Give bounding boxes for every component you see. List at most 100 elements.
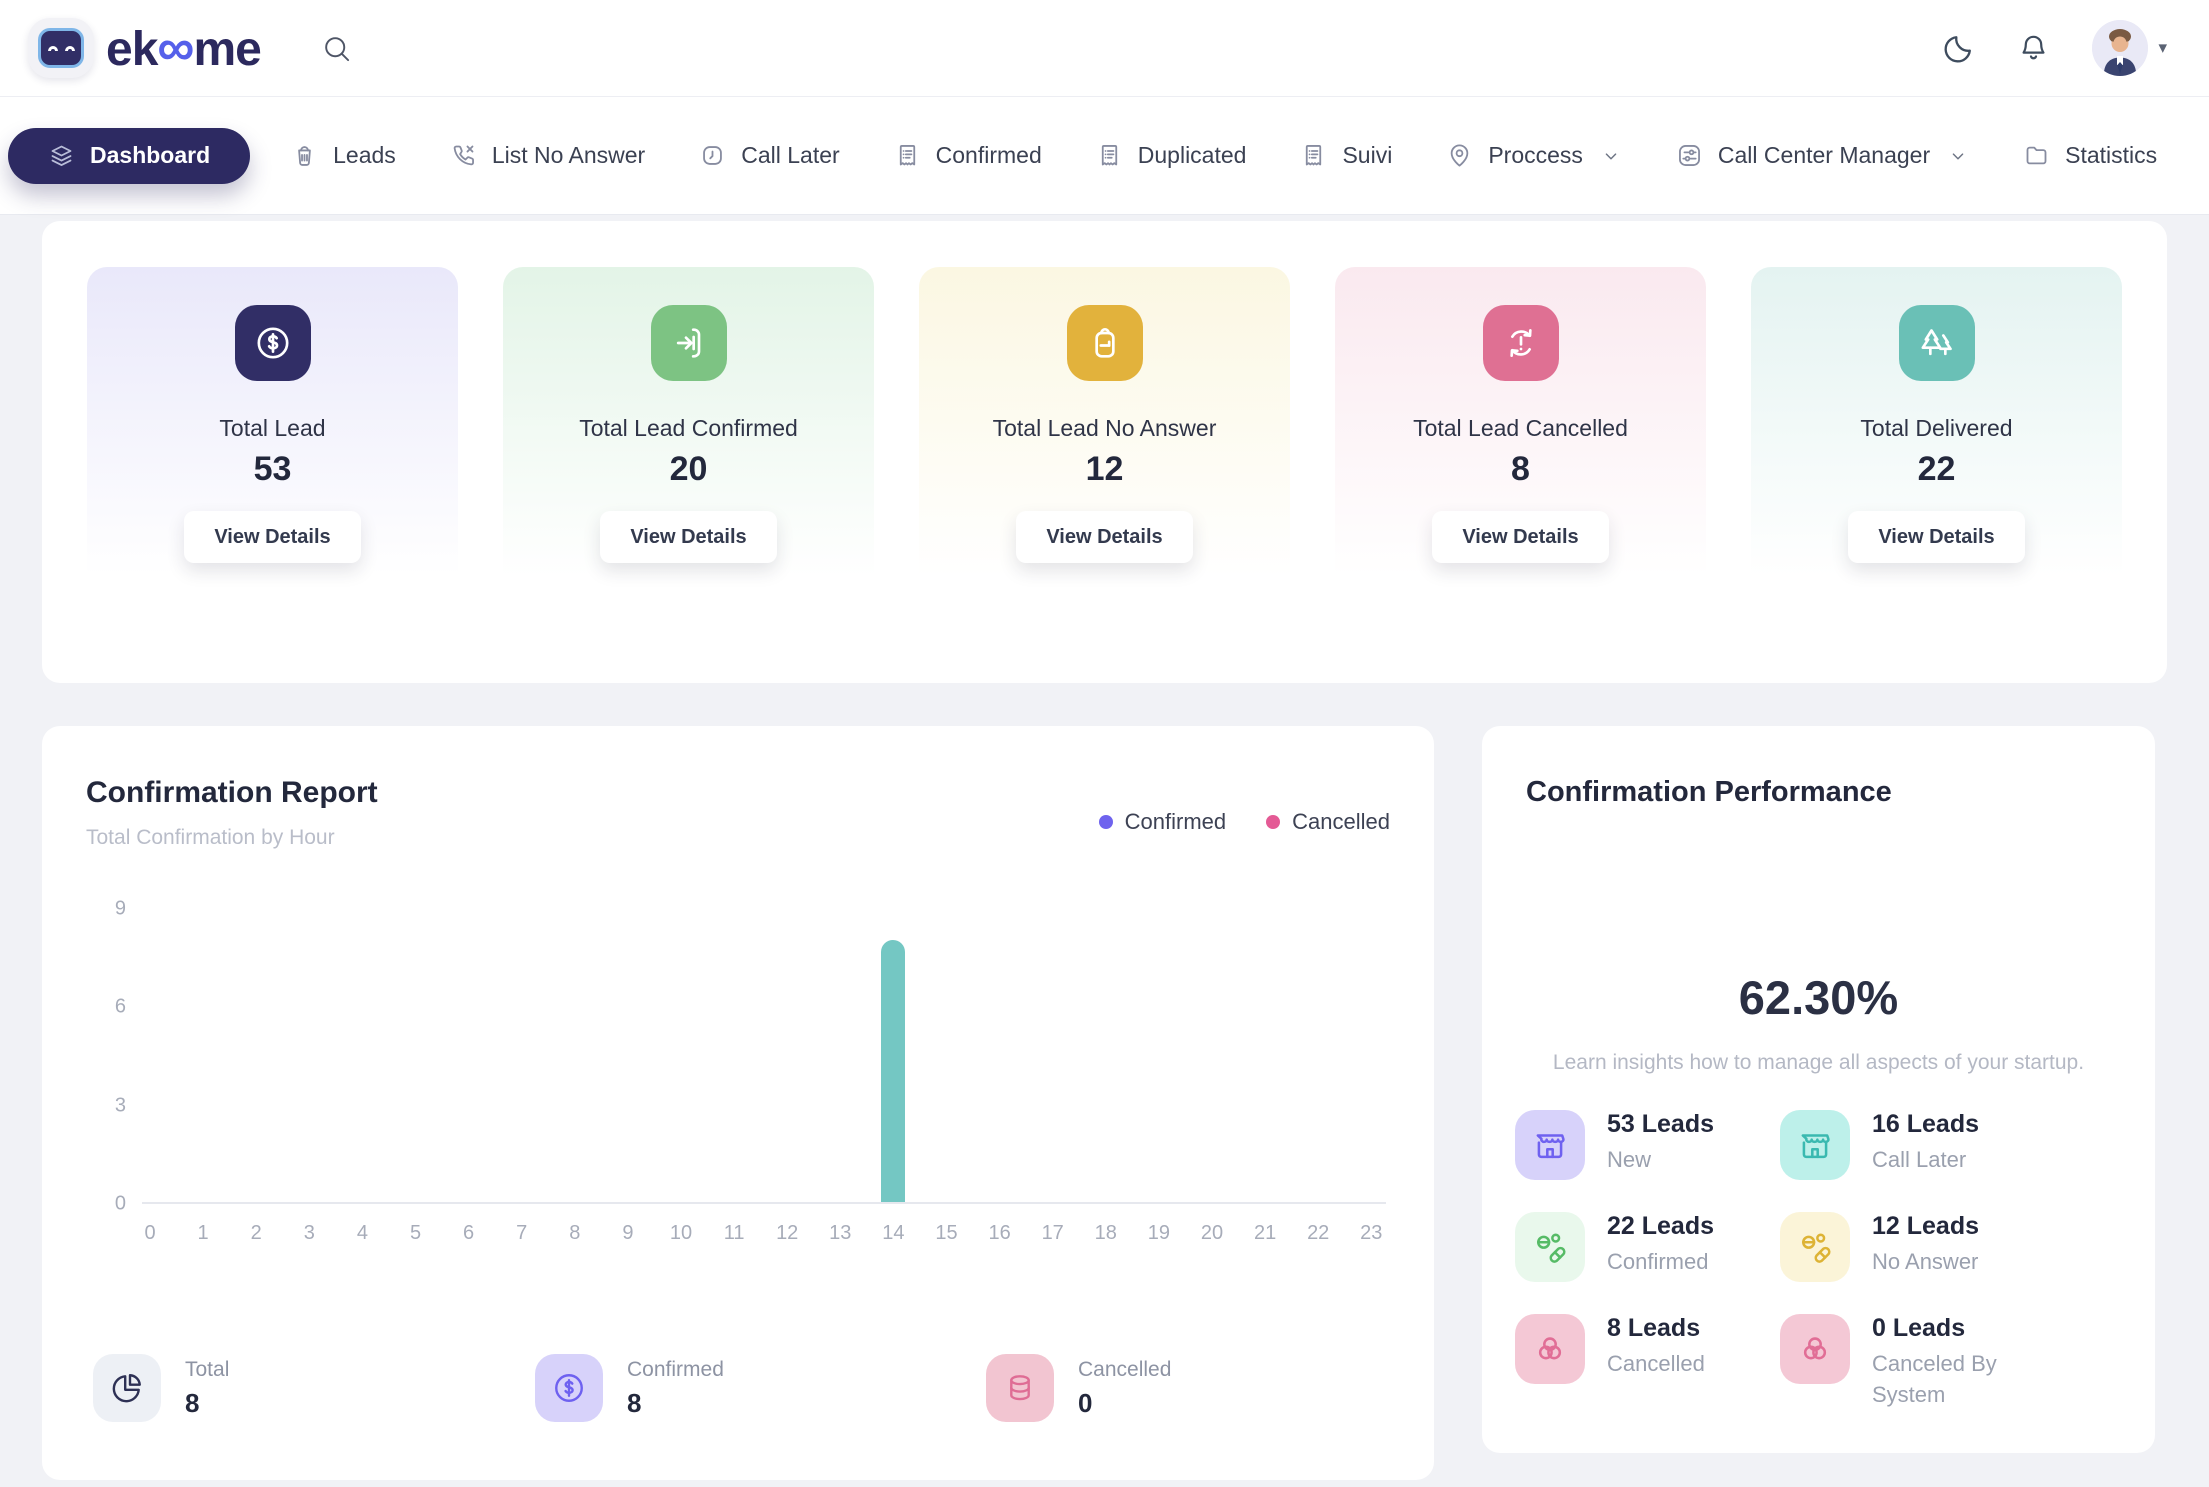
x-tick-label: 20 (1201, 1222, 1223, 1245)
layers-icon (48, 142, 75, 169)
perf-item-value: 53 Leads (1607, 1110, 1714, 1139)
summary-total: Total8 (93, 1354, 229, 1422)
stat-card-total-lead-confirmed: Total Lead Confirmed20View Details (503, 267, 874, 603)
chevron-down-icon (1947, 145, 1969, 167)
nav-item-statistics[interactable]: Statistics (1996, 142, 2184, 169)
chart-legend: Confirmed Cancelled (1099, 794, 1390, 850)
arrow-in-icon (669, 323, 709, 363)
y-tick-label: 0 (115, 1193, 126, 1216)
stat-card-value: 12 (1086, 450, 1124, 489)
receipt-icon (1300, 142, 1327, 169)
dollar-circle-icon (253, 323, 293, 363)
y-tick-label: 3 (115, 1094, 126, 1117)
summary-label: Confirmed (627, 1358, 724, 1382)
nav-item-call-center-manager[interactable]: Call Center Manager (1649, 142, 1996, 169)
nav-item-suivi[interactable]: Suivi (1273, 142, 1419, 169)
x-tick-label: 3 (304, 1222, 315, 1245)
x-tick-label: 17 (1042, 1222, 1064, 1245)
pills-icon (1531, 1228, 1569, 1266)
report-summary: Total8Confirmed8Cancelled0 (42, 1354, 1434, 1444)
bar-hour-14 (881, 940, 905, 1202)
chevron-down-icon[interactable]: ▾ (2158, 38, 2167, 58)
nav-item-list-no-answer[interactable]: List No Answer (423, 142, 672, 169)
legend-item-cancelled[interactable]: Cancelled (1266, 794, 1390, 850)
perf-item-new: 53 Leads New (1515, 1110, 1780, 1180)
view-details-button[interactable]: View Details (600, 511, 776, 563)
map-pin-icon (1446, 142, 1473, 169)
confirmation-performance-card: Confirmation Performance 62.30% Learn in… (1482, 726, 2155, 1453)
receipt-icon (1096, 142, 1123, 169)
pie-icon (109, 1370, 145, 1406)
performance-title: Confirmation Performance (1526, 776, 2111, 809)
view-details-button[interactable]: View Details (1016, 511, 1192, 563)
nav-item-call-later[interactable]: Call Later (672, 142, 866, 169)
stat-card-label: Total Lead Confirmed (579, 415, 798, 442)
view-details-button[interactable]: View Details (184, 511, 360, 563)
user-menu[interactable]: ▾ (2092, 20, 2167, 76)
avatar[interactable] (2092, 20, 2148, 76)
perf-item-label: Call Later (1872, 1145, 1979, 1176)
x-tick-label: 2 (251, 1222, 262, 1245)
sliders-icon (1676, 142, 1703, 169)
x-tick-label: 19 (1148, 1222, 1170, 1245)
view-details-button[interactable]: View Details (1848, 511, 2024, 563)
database-icon (1002, 1370, 1038, 1406)
nav-item-label: Confirmed (936, 142, 1042, 169)
nav-item-label: Statistics (2065, 142, 2157, 169)
nav-item-duplicated[interactable]: Duplicated (1069, 142, 1274, 169)
y-tick-label: 9 (115, 898, 126, 921)
chevron-down-icon (1600, 145, 1622, 167)
stat-card-value: 53 (254, 450, 292, 489)
receipt-icon (894, 142, 921, 169)
x-tick-label: 13 (829, 1222, 851, 1245)
x-tick-label: 0 (144, 1222, 155, 1245)
stat-card-total-delivered: Total Delivered22View Details (1751, 267, 2122, 603)
x-tick-label: 7 (516, 1222, 527, 1245)
nav-item-label: List No Answer (492, 142, 645, 169)
perf-item-value: 0 Leads (1872, 1314, 2052, 1343)
summary-value: 8 (185, 1388, 229, 1419)
brand-wordmark: ek∞me (106, 18, 261, 78)
stat-cards-panel: Total Lead53View DetailsTotal Lead Confi… (42, 221, 2167, 683)
clock-icon (699, 142, 726, 169)
bell-icon[interactable] (2017, 32, 2050, 65)
search-icon[interactable] (321, 33, 352, 64)
x-tick-label: 9 (622, 1222, 633, 1245)
nav-item-label: Proccess (1488, 142, 1583, 169)
x-tick-label: 4 (357, 1222, 368, 1245)
nav-item-confirmed[interactable]: Confirmed (867, 142, 1069, 169)
x-tick-label: 15 (935, 1222, 957, 1245)
summary-confirmed: Confirmed8 (535, 1354, 724, 1422)
view-details-button[interactable]: View Details (1432, 511, 1608, 563)
perf-item-cancelled: 8 LeadsCancelled (1515, 1314, 1780, 1411)
dollar-circle-icon (551, 1370, 587, 1406)
stat-card-value: 22 (1918, 450, 1956, 489)
stat-card-total-lead-no-answer: Total Lead No Answer12View Details (919, 267, 1290, 603)
perf-item-value: 22 Leads (1607, 1212, 1714, 1241)
perf-item-value: 12 Leads (1872, 1212, 1979, 1241)
confirmation-report-card: Confirmation Report Total Confirmation b… (42, 726, 1434, 1480)
nav-item-leads[interactable]: Leads (264, 142, 423, 169)
nav-item-proccess[interactable]: Proccess (1419, 142, 1649, 169)
legend-label: Cancelled (1292, 809, 1390, 835)
perf-item-call-later: 16 LeadsCall Later (1780, 1110, 2070, 1180)
circles-icon (1796, 1330, 1834, 1368)
nav-item-dashboard[interactable]: Dashboard (8, 128, 250, 184)
moon-icon[interactable] (1942, 32, 1975, 65)
phone-x-icon (450, 142, 477, 169)
x-tick-label: 23 (1360, 1222, 1382, 1245)
stat-card-label: Total Lead Cancelled (1413, 415, 1628, 442)
perf-item-label: No Answer (1872, 1247, 1979, 1278)
x-tick-label: 5 (410, 1222, 421, 1245)
stat-card-label: Total Lead (219, 415, 325, 442)
x-tick-label: 21 (1254, 1222, 1276, 1245)
stat-card-total-lead: Total Lead 53 View Details (87, 267, 458, 603)
perf-item-label: New (1607, 1145, 1714, 1176)
perf-item-label: Cancelled (1607, 1349, 1705, 1380)
performance-grid: 53 LeadsNew16 LeadsCall Later22 LeadsCon… (1515, 1110, 2070, 1411)
perf-item-no-answer: 12 Leads No Answer (1780, 1212, 2070, 1282)
legend-item-confirmed[interactable]: Confirmed (1099, 794, 1226, 850)
robot-logo-icon (28, 18, 94, 78)
x-tick-label: 11 (724, 1222, 745, 1245)
bar-chart: 9630 01234567891011121314151617181920212… (86, 894, 1390, 1282)
